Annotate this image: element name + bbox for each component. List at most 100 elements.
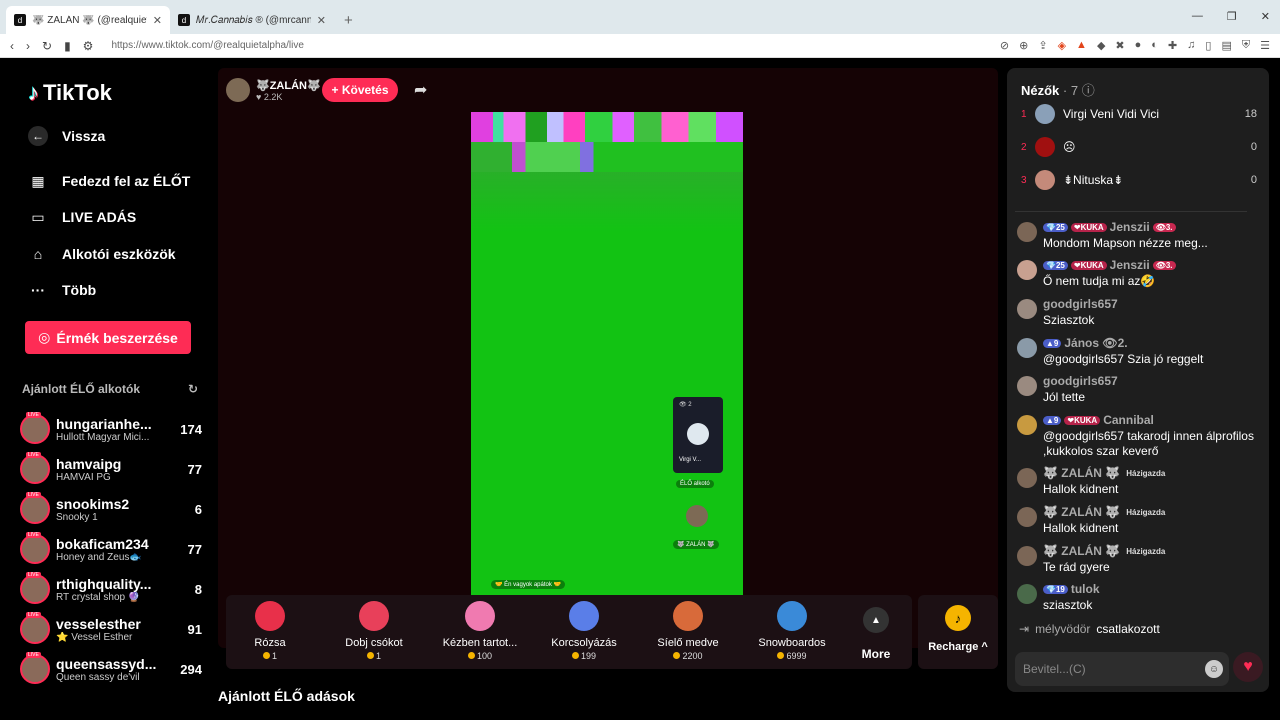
avatar[interactable]	[1017, 468, 1037, 488]
chat-username[interactable]: 🐺 ZALÁN 🐺	[1043, 505, 1120, 519]
bookmark-icon[interactable]: ▮	[64, 39, 71, 53]
sidebar-toggle-icon[interactable]: ▯	[1205, 39, 1211, 52]
live-video[interactable]: 👁 2 Virgi V... ÉLŐ alkotó 🐺 ZALÁN 🐺 🤝 Én…	[471, 112, 743, 596]
video-glitch-area	[471, 112, 743, 232]
extension-icon[interactable]: ◐	[1151, 39, 1158, 52]
follow-button[interactable]: + Követés	[322, 78, 398, 102]
viewer-count: 174	[180, 421, 202, 437]
chat-username[interactable]: goodgirls657	[1043, 297, 1118, 311]
recharge-button[interactable]: ♪ Recharge ^	[918, 595, 998, 669]
chat-username[interactable]: 🐺 ZALÁN 🐺	[1043, 466, 1120, 480]
avatar[interactable]	[1017, 222, 1037, 242]
extension-icon[interactable]: ●	[1135, 39, 1142, 52]
viewer-score: 0	[1250, 174, 1257, 186]
gift-bar: Rózsa 1 Dobj csókot 1 Kézben tartot... 1…	[226, 595, 912, 669]
creator-item[interactable]: LIVE rthighquality... RT crystal shop 🔮 8	[20, 571, 202, 607]
nav-creator-tools[interactable]: ⌂ Alkotói eszközök	[28, 244, 176, 264]
browser-tab-active[interactable]: d 🐺 ZALÁN 🐺 (@realquietalpha) ✕	[6, 6, 170, 34]
top-viewer-item[interactable]: 3 ⇟Nituska⇟ 0	[1021, 168, 1257, 192]
avatar[interactable]	[1017, 376, 1037, 396]
new-tab-button[interactable]: +	[334, 12, 363, 34]
chat-input[interactable]	[1023, 660, 1193, 678]
close-tab-icon[interactable]: ✕	[317, 14, 326, 27]
share-page-icon[interactable]: ⇪	[1038, 39, 1047, 52]
avatar[interactable]	[1017, 584, 1037, 604]
vpn-icon[interactable]: ⛨	[1242, 39, 1250, 52]
gift-item[interactable]: Rózsa 1	[220, 601, 320, 661]
viewer-name: ☹	[1063, 140, 1076, 154]
url-field[interactable]: https://www.tiktok.com/@realquietalpha/l…	[105, 40, 987, 51]
avatar[interactable]	[1017, 507, 1037, 527]
joined-user[interactable]: mélyvödör	[1035, 622, 1090, 636]
extension-icon[interactable]: ♫	[1187, 39, 1195, 52]
menu-icon[interactable]: ☰	[1260, 39, 1270, 52]
more-gifts-button[interactable]: ▲ More	[856, 607, 896, 661]
gift-item[interactable]: Síelő medve 2200	[638, 601, 738, 661]
viewers-header[interactable]: Nézők · 7 ⓘ	[1021, 80, 1095, 99]
host-info[interactable]: 🐺ZALÁN🐺 ♥ 2.2K	[226, 78, 321, 102]
chat-message: 🐺 ZALÁN 🐺 Házigazda Hallok kidnent	[1017, 505, 1257, 536]
forward-nav-icon[interactable]: ›	[26, 39, 30, 53]
emoji-icon[interactable]: ☺	[1205, 660, 1223, 678]
minimize-button[interactable]: —	[1192, 10, 1203, 23]
chat-username[interactable]: goodgirls657	[1043, 374, 1118, 388]
creator-item[interactable]: LIVE hamvaipg HAMVAI PG 77	[20, 451, 202, 487]
chat-username[interactable]: János 👁2.	[1064, 336, 1127, 350]
wallet-icon[interactable]: ▤	[1221, 39, 1231, 52]
gift-item[interactable]: Korcsolyázás 199	[534, 601, 634, 661]
info-icon[interactable]: ⓘ	[1082, 83, 1095, 98]
gift-name: Síelő medve	[657, 637, 719, 649]
avatar[interactable]	[1017, 299, 1037, 319]
creator-item[interactable]: LIVE bokaficam234 Honey and Zeus🐟 77	[20, 531, 202, 567]
gift-item[interactable]: Kézben tartot... 100	[430, 601, 530, 661]
puzzle-icon[interactable]: ✚	[1168, 39, 1177, 52]
creator-item[interactable]: LIVE vesselesther ⭐ Vessel Esther 91	[20, 611, 202, 647]
creator-item[interactable]: LIVE queensassyd... Queen sassy de'vil 29…	[20, 651, 202, 687]
gift-name: Rózsa	[254, 637, 286, 649]
site-settings-icon[interactable]: ⚙	[83, 39, 94, 53]
back-nav-icon[interactable]: ‹	[10, 39, 14, 53]
close-window-button[interactable]: ✕	[1261, 10, 1270, 23]
gift-item[interactable]: Dobj csókot 1	[324, 601, 424, 661]
browser-tab[interactable]: d 𝑀𝑟.𝐶𝑎𝑛𝑛𝑎𝑏𝑖𝑠 ® (@mrcannabis_) ✕	[170, 6, 334, 34]
creator-item[interactable]: LIVE hungarianhe... Hullott Magyar Mici..…	[20, 411, 202, 447]
brave-rewards-icon[interactable]: ▲	[1076, 39, 1087, 52]
reload-icon[interactable]: ↻	[42, 39, 52, 53]
share-icon[interactable]: ➦	[414, 80, 427, 100]
avatar[interactable]	[1017, 415, 1037, 435]
brand-name: TikTok	[43, 80, 112, 105]
zoom-icon[interactable]: ⊕	[1019, 39, 1028, 52]
close-tab-icon[interactable]: ✕	[153, 14, 162, 27]
tab-title: 𝑀𝑟.𝐶𝑎𝑛𝑛𝑎𝑏𝑖𝑠 ® (@mrcannabis_)	[196, 14, 311, 26]
extension-icon[interactable]: ✖	[1115, 39, 1124, 52]
gift-item[interactable]: Snowboardos 6999	[742, 601, 842, 661]
chat-username[interactable]: Jenszii	[1110, 258, 1150, 272]
viewer-count: 6	[194, 501, 202, 517]
nav-go-live[interactable]: ▭ LIVE ADÁS	[28, 207, 136, 227]
chat-username[interactable]: Cannibal	[1103, 413, 1154, 427]
avatar[interactable]	[1017, 546, 1037, 566]
avatar[interactable]	[1017, 260, 1037, 280]
extension-icon[interactable]: ◆	[1097, 39, 1105, 52]
get-coins-button[interactable]: ◎ Érmék beszerzése	[25, 321, 191, 354]
nav-more[interactable]: ··· Több	[28, 280, 96, 300]
refresh-icon[interactable]: ↻	[188, 382, 198, 396]
guest-video-window[interactable]: 👁 2 Virgi V...	[673, 397, 723, 473]
chat-username[interactable]: Jenszii	[1110, 220, 1150, 234]
creator-item[interactable]: LIVE snookims2 Snooky 1 6	[20, 491, 202, 527]
like-heart-button[interactable]: ♥	[1233, 652, 1263, 682]
brave-shield-icon[interactable]: ◈	[1058, 39, 1066, 52]
top-viewer-item[interactable]: 1 Virgi Veni Vidi Vici 18	[1021, 102, 1257, 126]
tiktok-logo[interactable]: ♪ TikTok	[28, 80, 112, 106]
nav-back[interactable]: ← Vissza	[28, 126, 105, 146]
viewer-rank: 2	[1021, 141, 1027, 153]
nav-explore-live[interactable]: ▦ Fedezd fel az ÉLŐT	[28, 171, 190, 191]
chat-username[interactable]: tulok	[1071, 582, 1100, 596]
guest-tag: ÉLŐ alkotó	[676, 480, 714, 488]
window-controls: — ❐ ✕	[1192, 10, 1270, 23]
chat-username[interactable]: 🐺 ZALÁN 🐺	[1043, 544, 1120, 558]
top-viewer-item[interactable]: 2 ☹ 0	[1021, 135, 1257, 159]
avatar[interactable]	[1017, 338, 1037, 358]
translate-icon[interactable]: ⊘	[1000, 39, 1009, 52]
maximize-button[interactable]: ❐	[1227, 10, 1237, 23]
